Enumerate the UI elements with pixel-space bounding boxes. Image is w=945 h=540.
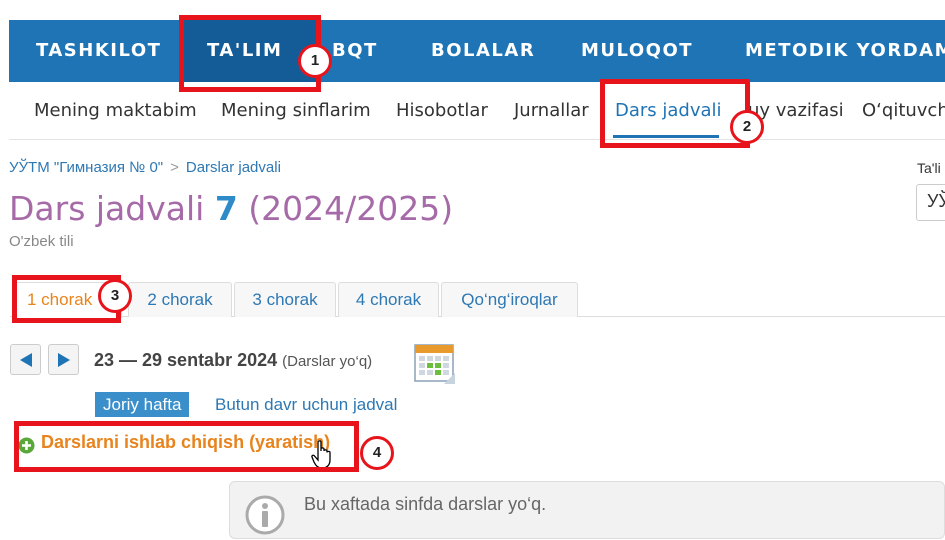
academic-year: (2024/2025): [248, 189, 454, 228]
annotation-box-2: [600, 79, 750, 148]
breadcrumb: УЎТМ "Гимназия № 0" > Darslar jadvali: [9, 159, 281, 176]
breadcrumb-separator: >: [170, 159, 179, 176]
next-week-button[interactable]: [48, 344, 79, 375]
annotation-badge-3: 3: [98, 279, 132, 313]
previous-week-button[interactable]: [10, 344, 41, 375]
sub-navigation: Mening maktabim Mening sinflarim Hisobot…: [9, 82, 945, 140]
annotation-box-4: [14, 421, 359, 472]
breadcrumb-root-link[interactable]: УЎТМ "Гимназия № 0": [9, 159, 163, 176]
week-range-text: 23 — 29 sentabr 2024: [94, 350, 278, 370]
page-title-prefix: Dars jadvali: [9, 189, 205, 228]
breadcrumb-current-link[interactable]: Darslar jadvali: [186, 159, 281, 176]
subnav-uy-vazifasi[interactable]: uy vazifasi: [748, 100, 844, 121]
subnav-jurnallar[interactable]: Jurnallar: [514, 100, 589, 121]
tab-4-chorak[interactable]: 4 chorak: [338, 282, 439, 317]
tab-qongiroqlar[interactable]: Qo‘ng‘iroqlar: [441, 282, 578, 317]
calendar-icon[interactable]: [414, 343, 456, 385]
full-period-schedule-link[interactable]: Butun davr uchun jadval: [215, 395, 397, 415]
info-message-box: Bu xaftada sinfda darslar yo‘q.: [229, 481, 945, 539]
page-title: Dars jadvali 7 (2024/2025): [9, 189, 453, 228]
class-number: 7: [214, 189, 238, 228]
info-message-text: Bu xaftada sinfda darslar yo‘q.: [304, 494, 547, 514]
subnav-hisobotlar[interactable]: Hisobotlar: [396, 100, 488, 121]
annotation-badge-2: 2: [730, 110, 764, 144]
top-navigation: TASHKILOT TA'LIM BQT BOLALAR MULOQOT MET…: [9, 20, 945, 82]
subnav-mening-sinflarim[interactable]: Mening sinflarim: [221, 100, 371, 121]
arrow-right-icon: [58, 353, 70, 367]
topnav-metodik-yordam[interactable]: METODIK YORDAM: [745, 20, 945, 82]
right-panel-select[interactable]: УЎ: [916, 184, 945, 221]
annotation-badge-1: 1: [298, 44, 332, 78]
subnav-oqituvchi[interactable]: O‘qituvch: [862, 100, 945, 121]
topnav-tashkilot[interactable]: TASHKILOT: [36, 20, 161, 82]
topnav-muloqot[interactable]: MULOQOT: [581, 20, 693, 82]
topnav-bqt[interactable]: BQT: [332, 20, 378, 82]
quarter-tabs: 1 chorak 2 chorak 3 chorak 4 chorak Qo‘n…: [10, 282, 945, 318]
tab-2-chorak[interactable]: 2 chorak: [128, 282, 232, 317]
current-week-badge[interactable]: Joriy hafta: [95, 392, 190, 417]
tab-3-chorak[interactable]: 3 chorak: [234, 282, 336, 317]
info-icon: [245, 495, 285, 535]
topnav-bolalar[interactable]: BOLALAR: [431, 20, 535, 82]
right-panel-label: Ta'li: [917, 160, 941, 176]
week-range: 23 — 29 sentabr 2024 (Darslar yo‘q): [94, 350, 372, 371]
arrow-left-icon: [20, 353, 32, 367]
page-subtitle: O'zbek tili: [9, 233, 74, 250]
annotation-badge-4: 4: [360, 436, 394, 470]
week-note: (Darslar yo‘q): [282, 353, 373, 370]
subnav-mening-maktabim[interactable]: Mening maktabim: [34, 100, 197, 121]
